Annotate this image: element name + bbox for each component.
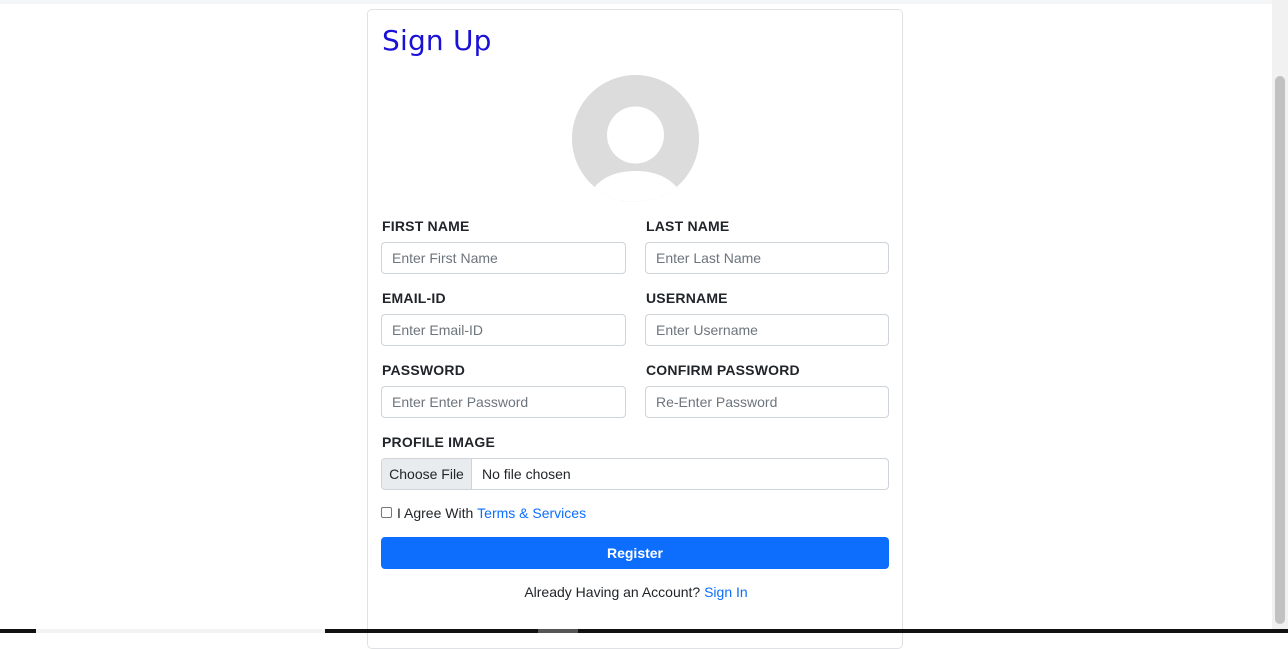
first-name-input[interactable]: [381, 242, 626, 274]
password-label: PASSWORD: [382, 362, 466, 378]
signin-link[interactable]: Sign In: [704, 584, 748, 600]
register-button[interactable]: Register: [381, 537, 889, 569]
taskbar-strip: [0, 629, 1288, 633]
profile-image-file-input[interactable]: Choose File No file chosen: [381, 458, 889, 490]
email-label: EMAIL-ID: [382, 290, 446, 306]
agree-row: I Agree With Terms & Services: [381, 505, 586, 521]
taskbar-segment: [538, 629, 578, 633]
email-input[interactable]: [381, 314, 626, 346]
password-input[interactable]: [381, 386, 626, 418]
page-title: Sign Up: [382, 24, 492, 57]
taskbar-segment: [36, 629, 325, 633]
username-input[interactable]: [645, 314, 889, 346]
confirm-password-label: CONFIRM PASSWORD: [646, 362, 800, 378]
username-label: USERNAME: [646, 290, 728, 306]
last-name-label: LAST NAME: [646, 218, 730, 234]
first-name-label: FIRST NAME: [382, 218, 470, 234]
choose-file-button[interactable]: Choose File: [382, 459, 472, 489]
profile-image-label: PROFILE IMAGE: [382, 434, 496, 450]
agree-checkbox[interactable]: [381, 507, 392, 518]
last-name-input[interactable]: [645, 242, 889, 274]
agree-text: I Agree With: [397, 505, 474, 521]
signin-row: Already Having an Account? Sign In: [368, 584, 904, 600]
scrollbar-thumb[interactable]: [1275, 76, 1285, 624]
file-status-text: No file chosen: [482, 466, 571, 482]
user-avatar-placeholder-icon: [572, 75, 699, 202]
signin-text: Already Having an Account?: [524, 584, 701, 600]
signup-card: Sign Up FIRST NAME LAST NAME EMAIL-ID US…: [367, 9, 903, 649]
confirm-password-input[interactable]: [645, 386, 889, 418]
terms-link[interactable]: Terms & Services: [477, 505, 586, 521]
page-top-strip: [0, 0, 1272, 4]
vertical-scrollbar[interactable]: [1272, 0, 1288, 633]
